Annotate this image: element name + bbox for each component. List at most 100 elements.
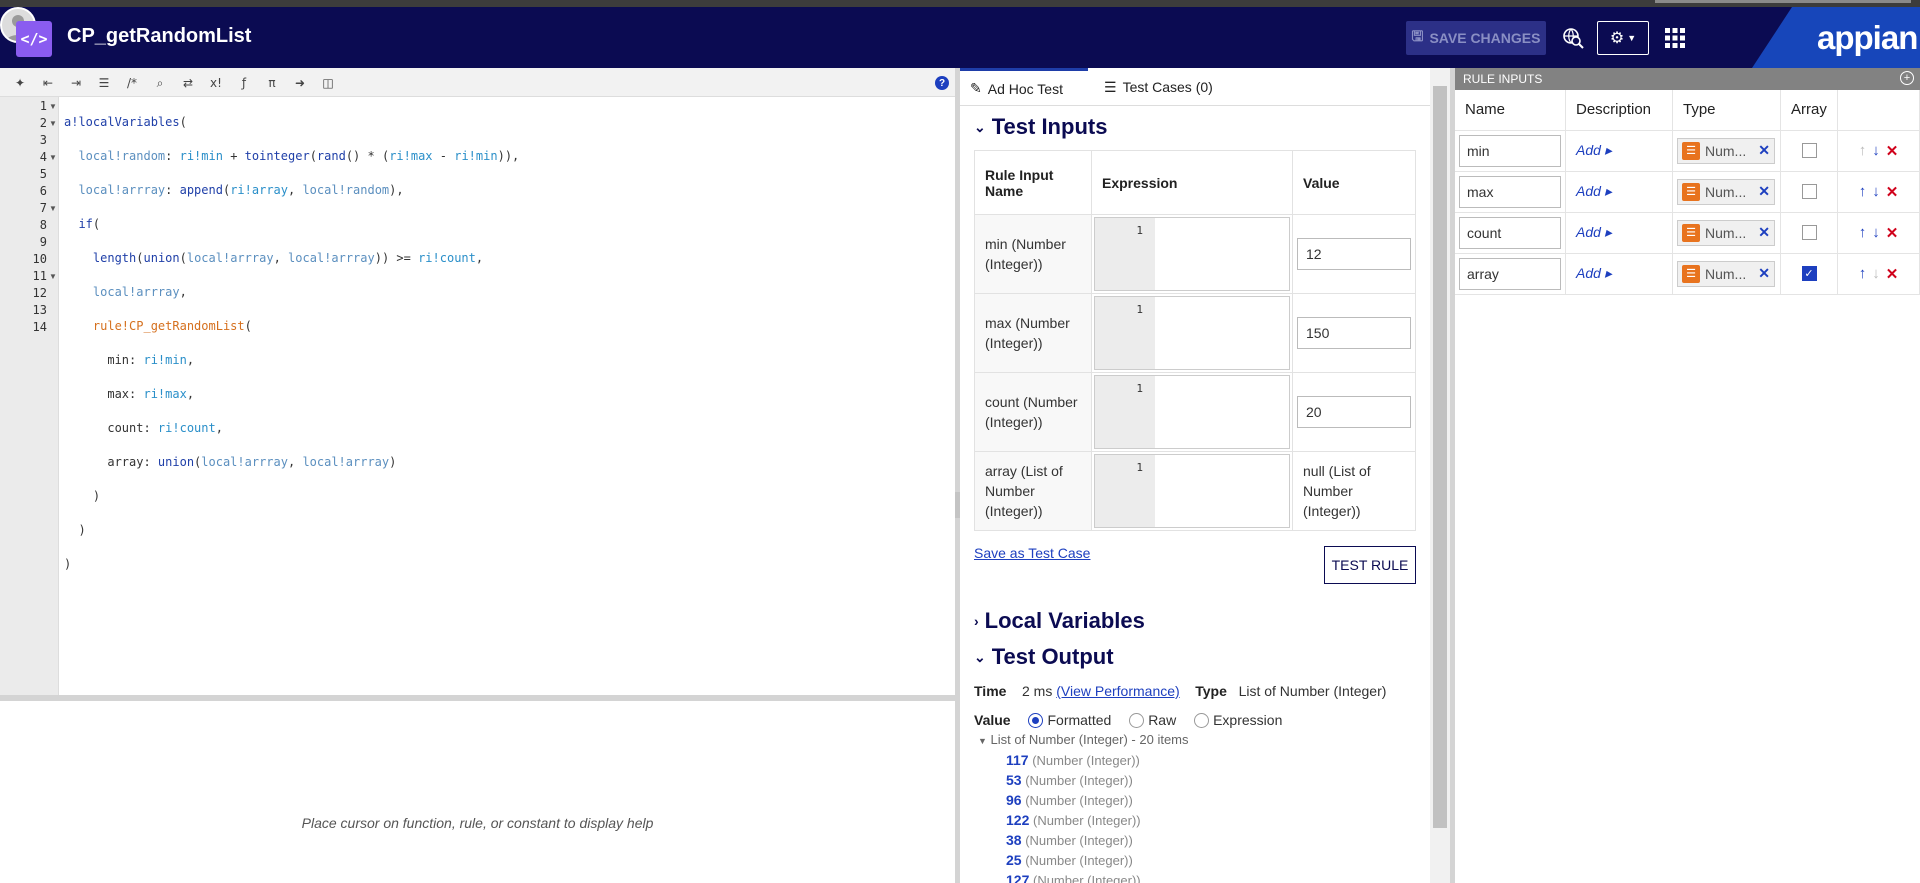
test-panel-scrollbar[interactable] — [1430, 68, 1450, 883]
col-header-array: Array — [1780, 90, 1838, 131]
move-down-icon[interactable]: ↓ — [1872, 142, 1880, 160]
fold-arrow-icon[interactable]: ▼ — [49, 200, 57, 217]
save-as-test-case-link[interactable]: Save as Test Case — [974, 545, 1090, 561]
rule-inputs-panel: RULE INPUTS + Name Description Type Arra… — [1455, 68, 1920, 883]
fold-arrow-icon[interactable]: ▼ — [49, 115, 57, 132]
delete-icon[interactable]: ✕ — [1886, 224, 1899, 242]
move-up-icon[interactable]: ↑ — [1859, 224, 1867, 242]
chevron-down-icon: ▼ — [1627, 33, 1637, 43]
appian-logo: appian — [1817, 19, 1918, 56]
code-editor[interactable]: a!localVariables( local!random: ri!min +… — [64, 97, 519, 590]
tab-ad-hoc-test[interactable]: ✎ Ad Hoc Test — [960, 68, 1088, 106]
output-list-header[interactable]: ▼ List of Number (Integer) - 20 items — [978, 732, 1189, 747]
name-input[interactable] — [1459, 175, 1561, 208]
add-description-link[interactable]: Add ▸ — [1570, 265, 1612, 281]
col-header-type: Type — [1672, 90, 1781, 131]
radio-formatted[interactable] — [1028, 713, 1044, 728]
line-number: 5 — [39, 167, 47, 181]
export-icon[interactable]: ➜ — [292, 75, 308, 91]
table-row: array (List of Number (Integer)) 1 null … — [974, 451, 1416, 531]
chevron-down-icon: ⌄ — [974, 648, 986, 665]
value-input[interactable] — [1297, 238, 1411, 270]
input-name: max (Number (Integer)) — [974, 293, 1092, 373]
move-up-icon: ↑ — [1858, 141, 1867, 159]
line-number: 1 — [1095, 218, 1155, 290]
name-input[interactable] — [1459, 134, 1561, 167]
test-inputs-header[interactable]: ⌄ Test Inputs — [974, 114, 1107, 140]
type-picker[interactable]: ☰ Num... ✕ — [1677, 219, 1775, 246]
code-line: ) — [64, 523, 86, 537]
fold-arrow-icon[interactable]: ▼ — [49, 98, 57, 115]
help-icon[interactable]: ? — [935, 76, 949, 90]
tab-test-cases[interactable]: ☰ Test Cases (0) — [1094, 68, 1223, 106]
clear-type-icon[interactable]: ✕ — [1758, 224, 1770, 241]
format-icon[interactable]: ✦ — [12, 75, 28, 91]
expression-editor[interactable]: 1 — [1094, 296, 1290, 370]
array-checkbox[interactable] — [1801, 143, 1817, 158]
col-header-value: Value — [1292, 150, 1416, 215]
type-picker[interactable]: ☰ Num... ✕ — [1677, 137, 1775, 164]
array-checkbox[interactable] — [1801, 184, 1817, 199]
move-down-icon[interactable]: ↓ — [1872, 224, 1880, 242]
array-checkbox[interactable]: ✓ — [1801, 266, 1817, 281]
scrollbar-thumb[interactable] — [1433, 86, 1447, 828]
local-variables-header[interactable]: › Local Variables — [974, 608, 1145, 634]
value-label: Value — [974, 712, 1011, 728]
code-line: array: union(local!arrray, local!arrray) — [64, 455, 397, 469]
test-rule-button[interactable]: TEST RULE — [1324, 546, 1416, 584]
move-up-icon[interactable]: ↑ — [1859, 183, 1867, 201]
delete-icon[interactable]: ✕ — [1886, 265, 1899, 283]
apps-grid-icon[interactable] — [1660, 21, 1690, 55]
move-up-icon[interactable]: ↑ — [1859, 265, 1867, 283]
outdent-icon[interactable]: ⇤ — [40, 75, 56, 91]
move-down-icon[interactable]: ↓ — [1872, 183, 1880, 201]
add-rule-input-icon[interactable]: + — [1900, 71, 1914, 85]
clear-type-icon[interactable]: ✕ — [1758, 183, 1770, 200]
delete-icon[interactable]: ✕ — [1886, 183, 1899, 201]
array-checkbox[interactable] — [1801, 225, 1817, 240]
null-value: null (List of Number (Integer)) — [1303, 463, 1371, 519]
fold-arrow-icon[interactable]: ▼ — [49, 149, 57, 166]
add-description-link[interactable]: Add ▸ — [1570, 183, 1612, 199]
type-value: List of Number (Integer) — [1238, 683, 1387, 699]
list-icon[interactable]: ☰ — [96, 75, 112, 91]
factorial-icon[interactable]: x! — [208, 75, 224, 91]
list-item: 122 (Number (Integer)) — [1006, 812, 1141, 828]
add-description-link[interactable]: Add ▸ — [1570, 142, 1612, 158]
expression-editor[interactable]: 1 — [1094, 454, 1290, 528]
delete-icon[interactable]: ✕ — [1886, 142, 1899, 160]
item-value: 38 — [1006, 832, 1022, 848]
value-input[interactable] — [1297, 317, 1411, 349]
test-output-header[interactable]: ⌄ Test Output — [974, 644, 1114, 670]
fold-arrow-icon[interactable]: ▼ — [49, 268, 57, 285]
view-performance-link[interactable]: (View Performance) — [1056, 683, 1179, 699]
clear-type-icon[interactable]: ✕ — [1758, 142, 1770, 159]
top-scrollbar[interactable] — [1655, 0, 1911, 3]
save-changes-button[interactable]: 🖫 SAVE CHANGES — [1406, 21, 1546, 55]
search-icon[interactable]: ⌕ — [152, 75, 168, 91]
name-input[interactable] — [1459, 216, 1561, 249]
search-globe-icon[interactable] — [1558, 21, 1588, 55]
radio-raw[interactable] — [1129, 713, 1145, 728]
editor-splitter[interactable] — [0, 695, 955, 701]
add-description-link[interactable]: Add ▸ — [1570, 224, 1612, 240]
line-number: 12 — [32, 286, 47, 300]
expression-editor[interactable]: 1 — [1094, 217, 1290, 291]
settings-dropdown-button[interactable]: ⚙ ▼ — [1597, 21, 1649, 55]
type-picker[interactable]: ☰ Num... ✕ — [1677, 178, 1775, 205]
indent-icon[interactable]: ⇥ — [68, 75, 84, 91]
col-header-actions — [1837, 90, 1920, 131]
function-icon[interactable]: ƒ — [236, 75, 252, 91]
radio-label: Formatted — [1047, 712, 1112, 728]
radio-expression[interactable] — [1194, 713, 1210, 728]
name-input[interactable] — [1459, 257, 1561, 290]
comment-icon[interactable]: /* — [124, 75, 140, 91]
pi-icon[interactable]: π — [264, 75, 280, 91]
value-input[interactable] — [1297, 396, 1411, 428]
shuffle-icon[interactable]: ⇄ — [180, 75, 196, 91]
type-picker[interactable]: ☰ Num... ✕ — [1677, 260, 1775, 287]
section-title: Test Inputs — [991, 114, 1108, 139]
expression-editor[interactable]: 1 — [1094, 375, 1290, 449]
clear-type-icon[interactable]: ✕ — [1758, 265, 1770, 282]
find-icon[interactable]: ◫ — [320, 75, 336, 91]
